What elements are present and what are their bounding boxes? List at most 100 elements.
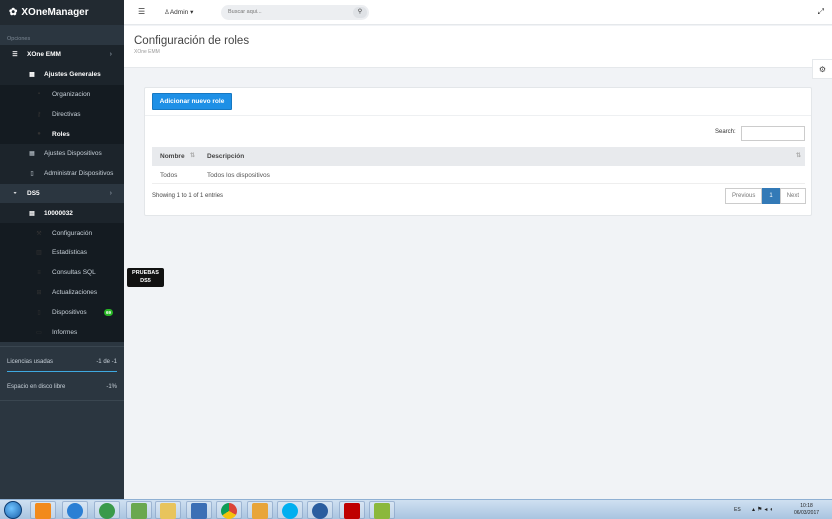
- chrome-icon[interactable]: [216, 501, 242, 519]
- disco-stat: Espacio en disco libre -1%: [0, 384, 124, 390]
- cell-descripcion: Todos los dispositivos: [207, 172, 270, 179]
- list-icon: ☰: [12, 52, 18, 59]
- tooltip-line: PRUEBAS: [132, 270, 159, 276]
- sidebar-item-label: XOne EMM: [27, 51, 61, 59]
- sidebar-item-label: Estadísticas: [52, 249, 88, 257]
- language-indicator[interactable]: ES: [734, 507, 741, 513]
- top-bar: ☰ ♙Admin ▾ ⚲ ⤢: [124, 0, 832, 25]
- taskbar: ES ▴⚑◂◖ 10:18 06/03/2017: [0, 499, 832, 519]
- sidebar-item-label: Consultas SQL: [52, 269, 96, 277]
- apps-grid-icon[interactable]: [247, 501, 273, 519]
- next-button[interactable]: Next: [779, 188, 807, 204]
- clock-date: 06/03/2017: [794, 509, 820, 516]
- internet-explorer-icon[interactable]: [62, 501, 88, 519]
- gear-icon: ✿: [9, 7, 18, 18]
- search-input[interactable]: [228, 9, 348, 15]
- sort-icon[interactable]: ⇅: [796, 152, 801, 159]
- brand-title: XOneManager: [21, 7, 89, 18]
- sidebar-item-xone-emm[interactable]: ☰ XOne EMM ›: [0, 45, 124, 65]
- disco-label: Espacio en disco libre: [7, 384, 66, 390]
- sidebar-item-label: Informes: [52, 328, 78, 336]
- remote-desktop-icon[interactable]: [186, 501, 212, 519]
- sidebar-item-organizacion[interactable]: ▪ Organizacion: [0, 84, 124, 105]
- chevron-right-icon: ›: [109, 189, 112, 197]
- folder-icon[interactable]: [155, 501, 181, 519]
- system-tray: ES ▴⚑◂◖ 10:18 06/03/2017: [722, 500, 832, 519]
- settings-gear-icon[interactable]: ⚙: [812, 59, 832, 79]
- dashboard-icon: ◒: [13, 190, 17, 197]
- page-header: Configuración de roles XOne EMM: [124, 26, 832, 68]
- sidebar-item-consultas-sql[interactable]: ≡ Consultas SQL: [0, 262, 124, 283]
- previous-button[interactable]: Previous: [725, 188, 763, 204]
- wrench-icon: ⚒: [36, 230, 42, 237]
- tooltip: PRUEBAS DS5: [127, 268, 164, 287]
- table-icon: ▦: [29, 72, 35, 79]
- sidebar-item-ajustes-generales[interactable]: ▦ Ajustes Generales: [0, 64, 124, 85]
- sidebar-item-informes[interactable]: ▭ Informes: [0, 322, 124, 342]
- table-header: Nombre ⇅ Descripción ⇅: [152, 147, 805, 166]
- table-search-input[interactable]: [741, 126, 805, 141]
- server-icon: ▤: [29, 210, 35, 217]
- table-row[interactable]: Todos Todos los dispositivos: [152, 167, 805, 184]
- divider: [0, 400, 124, 401]
- chevron-right-icon: ›: [109, 51, 112, 59]
- sidebar-item-label: Actualizaciones: [52, 288, 98, 296]
- sidebar-item-label: Ajustes Dispositivos: [44, 150, 102, 158]
- image-editor-icon[interactable]: [369, 501, 395, 519]
- pagination: Previous 1 Next: [725, 188, 807, 204]
- filezilla-icon[interactable]: [339, 501, 365, 519]
- sidebar-item-roles[interactable]: ● Roles: [0, 124, 124, 144]
- sidebar-item-dispositivos[interactable]: ▯ Dispositivos 69: [0, 302, 124, 323]
- tooltip-line: DS5: [140, 277, 151, 284]
- sidebar-item-ds5[interactable]: ◒ DS5 ›: [0, 184, 124, 204]
- menu-icon[interactable]: ☰: [138, 7, 145, 16]
- tray-icons[interactable]: ▴⚑◂◖: [752, 506, 775, 513]
- sidebar-item-administrar-dispositivos[interactable]: ▯ Administrar Dispositivos: [0, 163, 124, 184]
- outlook-icon[interactable]: [30, 501, 56, 519]
- add-role-button[interactable]: Adicionar nuevo role: [152, 93, 232, 110]
- cell-nombre: Todos: [160, 172, 178, 179]
- sidebar-item-label: 10000032: [44, 209, 73, 217]
- divider: [0, 346, 124, 347]
- breadcrumb: XOne EMM: [134, 49, 160, 55]
- page-1-button[interactable]: 1: [762, 188, 780, 204]
- fullscreen-icon[interactable]: ⤢: [818, 7, 824, 17]
- bird-app-icon[interactable]: [307, 501, 333, 519]
- column-header-nombre[interactable]: Nombre: [160, 153, 185, 160]
- search-box: ⚲: [221, 5, 369, 20]
- start-button-icon[interactable]: [4, 501, 22, 519]
- sidebar-item-directivas[interactable]: ⚷ Directivas: [0, 104, 124, 125]
- sidebar-item-ajustes-dispositivos[interactable]: ▦ Ajustes Dispositivos: [0, 143, 124, 164]
- sidebar-item-label: Dispositivos: [52, 308, 87, 316]
- clock[interactable]: 10:18 06/03/2017: [794, 503, 819, 516]
- page-title: Configuración de roles: [134, 35, 250, 47]
- skype-icon[interactable]: [277, 501, 303, 519]
- sidebar-item-actualizaciones[interactable]: ⊞ Actualizaciones: [0, 282, 124, 303]
- sort-icon[interactable]: ⇅: [190, 152, 195, 159]
- sidebar-item-estadisticas[interactable]: ▥ Estadísticas: [0, 242, 124, 263]
- search-icon[interactable]: ⚲: [353, 7, 367, 18]
- licencias-value: -1 de -1: [96, 359, 117, 365]
- licencias-bar: [7, 371, 117, 372]
- licencias-stat: Licencias usadas -1 de -1: [0, 359, 124, 372]
- database-icon: ≡: [37, 269, 41, 276]
- sidebar-item-label: Roles: [52, 130, 70, 138]
- sidebar: ✿ XOneManager Opciones ☰ XOne EMM › ▦ Aj…: [0, 0, 124, 499]
- chart-icon: ▥: [36, 250, 42, 257]
- licencias-label: Licencias usadas: [7, 359, 54, 365]
- table-info: Showing 1 to 1 of 1 entries: [152, 193, 224, 199]
- table-icon: ▦: [29, 151, 35, 158]
- column-header-descripcion[interactable]: Descripción: [207, 153, 244, 160]
- mobile-icon: ▯: [37, 309, 41, 316]
- sidebar-item-configuracion[interactable]: ⚒ Configuración: [0, 223, 124, 243]
- brand[interactable]: ✿ XOneManager: [0, 0, 124, 25]
- sidebar-item-server[interactable]: ▤ 10000032: [0, 203, 124, 224]
- media-icon[interactable]: [126, 501, 152, 519]
- sidebar-item-label: Ajustes Generales: [44, 71, 101, 79]
- sidebar-section-label: Opciones: [7, 36, 31, 42]
- table-search-label: Search:: [715, 129, 736, 135]
- user-name: Admin: [169, 9, 189, 16]
- network-globe-icon[interactable]: [94, 501, 120, 519]
- user-menu[interactable]: ♙Admin ▾: [164, 8, 193, 16]
- sidebar-item-label: Organizacion: [52, 90, 91, 98]
